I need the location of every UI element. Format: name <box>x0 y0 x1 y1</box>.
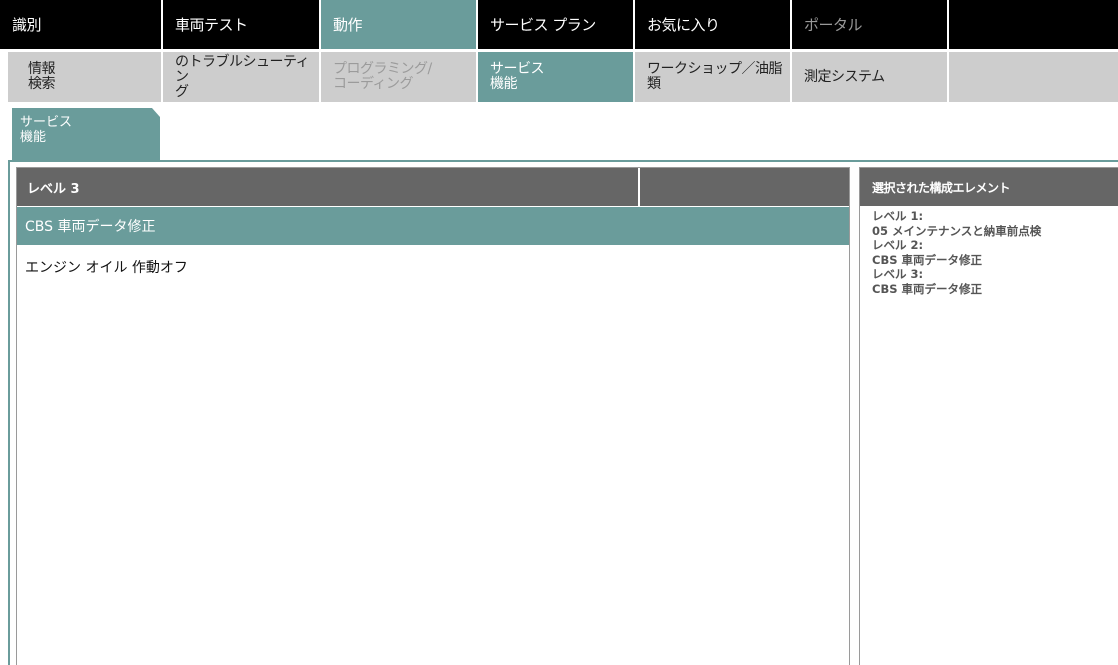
subtab-info-search[interactable]: 情報 検索 <box>8 49 163 102</box>
tab-favorites[interactable]: お気に入り <box>635 0 792 49</box>
list-item[interactable]: エンジン オイル 作動オフ <box>17 248 849 286</box>
subtab-programming-coding[interactable]: プログラミング/ コーディング <box>321 49 478 102</box>
level3-value: CBS 車両データ修正 <box>872 281 982 296</box>
level1-label: レベル 1: <box>872 209 924 223</box>
level2-label: レベル 2: <box>872 238 924 252</box>
tab-service-plan[interactable]: サービス プラン <box>478 0 635 49</box>
subtab-measurement-system[interactable]: 測定システム <box>792 49 949 102</box>
details-body: レベル 1: 05 メインテナンスと納車前点検 レベル 2: CBS 車両データ… <box>860 206 1118 296</box>
sub-navigation: 情報 検索 のトラブルシューティン グ プログラミング/ コーディング サービス… <box>0 49 1118 102</box>
section-divider <box>8 160 1118 162</box>
selected-elements-panel: 選択された構成エレメント レベル 1: 05 メインテナンスと納車前点検 レベル… <box>859 167 1118 665</box>
section-tab-service-functions[interactable]: サービス 機能 <box>12 108 160 160</box>
level1-value: 05 メインテナンスと納車前点検 <box>872 223 1042 238</box>
top-navigation: 識別 車両テスト 動作 サービス プラン お気に入り ポータル <box>0 0 1118 49</box>
tab-identification[interactable]: 識別 <box>0 0 163 49</box>
tab-portal[interactable]: ポータル <box>792 0 949 49</box>
list-item-selected[interactable]: CBS 車両データ修正 <box>17 207 849 245</box>
subtab-workshop-fluids[interactable]: ワークショップ／油脂 類 <box>635 49 792 102</box>
subtab-service-functions[interactable]: サービス 機能 <box>478 49 635 102</box>
top-nav-filler <box>949 0 1118 49</box>
level2-value: CBS 車両データ修正 <box>872 252 982 267</box>
list-header-title: レベル 3 <box>17 168 640 206</box>
level-list-panel: レベル 3 CBS 車両データ修正 エンジン オイル 作動オフ <box>16 167 850 665</box>
content-frame-border <box>8 160 10 665</box>
level3-label: レベル 3: <box>872 267 924 281</box>
details-header: 選択された構成エレメント <box>860 168 1118 206</box>
tab-vehicle-test[interactable]: 車両テスト <box>163 0 321 49</box>
subtab-troubleshooting[interactable]: のトラブルシューティン グ <box>163 49 321 102</box>
list-header: レベル 3 <box>17 168 849 206</box>
list-header-extra-column <box>640 168 849 206</box>
subtab-filler <box>949 49 1118 102</box>
tab-operations[interactable]: 動作 <box>321 0 478 49</box>
